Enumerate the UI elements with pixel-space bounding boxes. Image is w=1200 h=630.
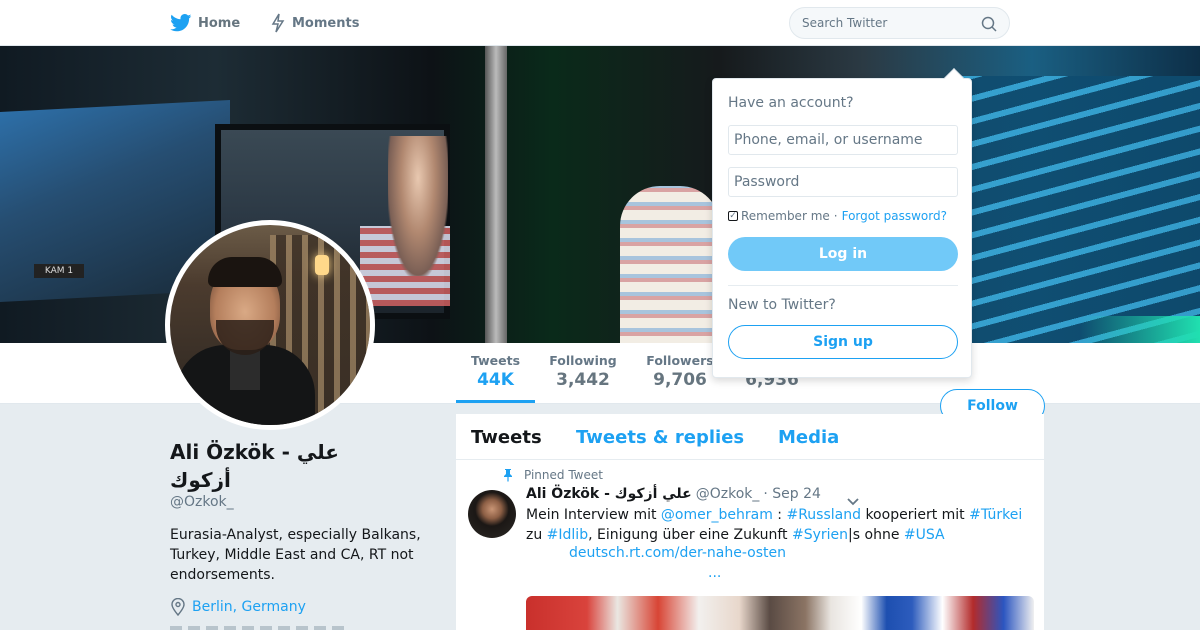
profile-location-label: Berlin, Germany <box>192 599 306 615</box>
tweet-author-name[interactable]: Ali Özkök - علي أزكوك <box>526 486 692 502</box>
hashtag-idlib-link[interactable]: #Idlib <box>547 527 588 543</box>
avatar-lamp <box>315 255 329 275</box>
nav-home-label: Home <box>198 15 241 31</box>
tab-tweets[interactable]: Tweets <box>471 414 542 460</box>
username-input[interactable] <box>728 125 958 155</box>
password-input[interactable] <box>728 167 958 197</box>
pin-icon <box>502 468 514 482</box>
tweet-text-segment: , Einigung über eine Zukunft <box>588 527 792 543</box>
tweet-timestamp[interactable]: · Sep 24 <box>763 486 821 502</box>
nav-moments-link[interactable]: Moments <box>270 0 359 46</box>
stat-active-underline <box>456 400 535 403</box>
stat-tweets-value: 44K <box>477 370 514 390</box>
timeline-tabs: Tweets Tweets & replies Media <box>456 414 1044 460</box>
tweet-text-line-1: Mein Interview mit @omer_behram : #Russl… <box>526 505 1036 525</box>
stat-tweets[interactable]: Tweets 44K <box>456 353 535 390</box>
pinned-tweet-label: Pinned Tweet <box>502 468 603 482</box>
profile-name[interactable]: Ali Özkök - علي أزكوك <box>170 438 400 494</box>
profile-location[interactable]: Berlin, Germany <box>170 598 306 616</box>
tweet-text-segment: zu <box>526 527 547 543</box>
tweet-text: Mein Interview mit @omer_behram : #Russl… <box>526 505 1036 545</box>
tab-tweets-and-replies[interactable]: Tweets & replies <box>576 414 744 460</box>
tweet-text-line-2: zu #Idlib, Einigung über eine Zukunft #S… <box>526 525 1036 545</box>
remember-me-row: ✓ Remember me · Forgot password? <box>728 209 947 223</box>
tweet-author-avatar[interactable] <box>468 490 516 538</box>
stat-followers-label: Followers <box>646 353 714 368</box>
tweet-url-link[interactable]: deutsch.rt.com/der-nahe-osten <box>569 545 786 561</box>
search-input[interactable] <box>802 16 972 30</box>
stat-followers-value: 9,706 <box>653 370 707 390</box>
sign-up-button[interactable]: Sign up <box>728 325 958 359</box>
forgot-password-link[interactable]: Forgot password? <box>842 209 947 223</box>
banner-screen-face <box>388 136 448 276</box>
remember-me-label[interactable]: Remember me <box>741 209 830 223</box>
banner-green-light <box>1080 316 1200 343</box>
avatar-collar <box>230 350 260 390</box>
tweet-text-segment: kooperiert mit <box>861 507 970 523</box>
timeline: Tweets Tweets & replies Media Pinned Twe… <box>456 414 1044 630</box>
banner-camera-label: KAM 1 <box>34 264 84 278</box>
twitter-bird-icon <box>170 14 192 32</box>
log-in-button[interactable]: Log in <box>728 237 958 271</box>
hashtag-syrien-link[interactable]: #Syrien <box>792 527 848 543</box>
stat-tweets-label: Tweets <box>470 353 521 368</box>
tweet-text-segment: Mein Interview mit <box>526 507 661 523</box>
tweet-mention-link[interactable]: @omer_behram <box>661 507 773 523</box>
hashtag-tuerkei-link[interactable]: #Türkei <box>969 507 1022 523</box>
stat-followers[interactable]: Followers 9,706 <box>640 353 720 390</box>
tweet-show-more-link[interactable]: ... <box>708 565 721 581</box>
tweet-header: Ali Özkök - علي أزكوك @Ozkok_ · Sep 24 <box>526 486 821 502</box>
nav-home-link[interactable]: Home <box>170 0 240 46</box>
banner-person <box>620 186 720 343</box>
have-account-label: Have an account? <box>728 95 854 111</box>
stat-following-value: 3,442 <box>556 370 610 390</box>
separator-dot: · <box>833 209 838 223</box>
new-to-twitter-label: New to Twitter? <box>728 297 836 313</box>
lightning-icon <box>270 13 286 33</box>
search-icon[interactable] <box>981 16 997 36</box>
login-dropdown: Have an account? ✓ Remember me · Forgot … <box>712 68 972 378</box>
profile-avatar[interactable] <box>165 220 375 430</box>
location-pin-icon <box>170 598 186 616</box>
profile-extra-row-cut-off <box>170 626 350 630</box>
tweet-text-segment: |s ohne <box>848 527 904 543</box>
nav-moments-label: Moments <box>292 15 360 31</box>
pinned-tweet-text: Pinned Tweet <box>524 468 603 482</box>
top-navigation-bar: Home Moments <box>0 0 1200 46</box>
tweet-author-handle[interactable]: @Ozkok_ <box>696 486 760 502</box>
avatar-hair <box>208 257 282 287</box>
hashtag-usa-link[interactable]: #USA <box>904 527 945 543</box>
tweet-media-image[interactable] <box>526 596 1034 630</box>
profile-handle[interactable]: @Ozkok_ <box>170 494 234 510</box>
hashtag-russland-link[interactable]: #Russland <box>786 507 861 523</box>
login-divider <box>728 285 958 286</box>
tweet-text-segment: : <box>772 507 787 523</box>
stat-following[interactable]: Following 3,442 <box>543 353 623 390</box>
banner-pole <box>485 46 507 343</box>
tab-media[interactable]: Media <box>778 414 839 460</box>
banner-staircase <box>960 76 1200 343</box>
profile-bio: Eurasia-Analyst, especially Balkans, Tur… <box>170 527 421 583</box>
remember-me-checkbox[interactable]: ✓ <box>728 211 738 221</box>
search-box <box>789 7 1010 39</box>
stat-following-label: Following <box>549 353 617 368</box>
